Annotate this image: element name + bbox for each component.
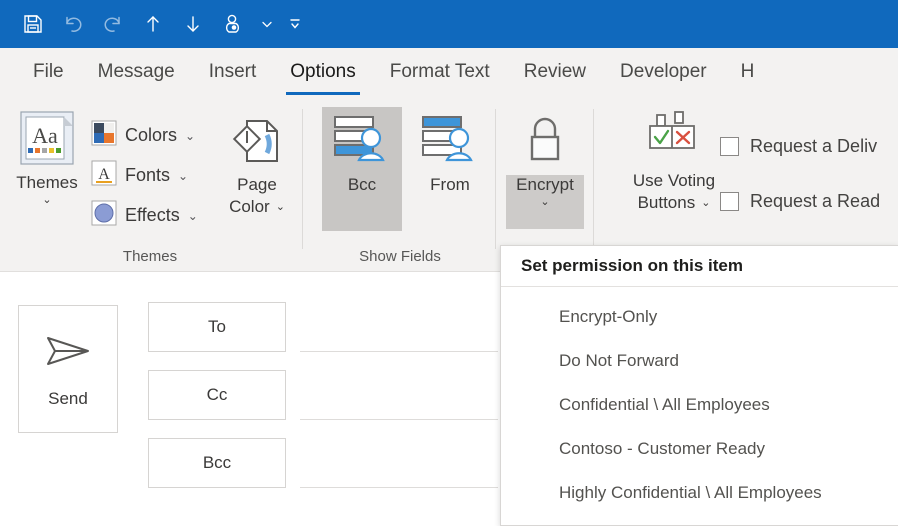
themes-icon: Aa — [18, 109, 76, 172]
encrypt-dropdown-menu: Set permission on this item Encrypt-Only… — [500, 245, 898, 526]
tab-message[interactable]: Message — [81, 48, 192, 101]
ribbon-group-title-show-fields: Show Fields — [359, 248, 441, 265]
send-button-label: Send — [48, 388, 88, 408]
tab-review[interactable]: Review — [507, 48, 603, 101]
request-read-receipt-row[interactable]: Request a Read — [720, 191, 880, 212]
tab-file[interactable]: File — [16, 48, 81, 101]
send-button[interactable]: Send — [18, 305, 118, 433]
save-icon[interactable] — [14, 6, 52, 42]
chevron-down-icon[interactable] — [254, 6, 280, 42]
fonts-icon: A — [90, 159, 118, 192]
touch-mouse-mode-icon[interactable] — [214, 6, 252, 42]
request-read-receipt-label: Request a Read — [750, 191, 881, 211]
menu-item-highly-confidential-all-employees[interactable]: Highly Confidential \ All Employees — [501, 471, 898, 515]
bcc-button-label: Bcc — [347, 175, 377, 194]
group-separator — [495, 109, 496, 249]
menu-item-confidential-all-employees[interactable]: Confidential \ All Employees — [501, 383, 898, 427]
tab-options[interactable]: Options — [273, 48, 372, 101]
tab-developer[interactable]: Developer — [603, 48, 724, 101]
page-color-icon — [229, 113, 285, 174]
effects-button[interactable]: Effects ⌄ — [90, 199, 198, 232]
redo-icon[interactable] — [94, 6, 132, 42]
bcc-field-icon — [331, 111, 393, 174]
request-delivery-receipt-row[interactable]: Request a Deliv — [720, 136, 877, 157]
from-field-icon — [419, 111, 481, 174]
page-color-label-line1: Page — [237, 175, 277, 194]
chevron-down-icon[interactable]: ⌄ — [540, 196, 549, 208]
themes-button-label: Themes — [16, 173, 78, 192]
chevron-down-icon[interactable]: ⌄ — [178, 169, 188, 183]
page-color-button[interactable]: Page Color ⌄ — [218, 113, 296, 218]
chevron-down-icon[interactable]: ⌄ — [188, 209, 198, 223]
fonts-label: Fonts — [125, 165, 171, 185]
send-paper-plane-icon — [42, 330, 94, 377]
tab-insert[interactable]: Insert — [192, 48, 274, 101]
lock-icon — [520, 111, 570, 174]
undo-icon[interactable] — [54, 6, 92, 42]
themes-button[interactable]: Aa Themes ⌄ — [8, 109, 86, 206]
outlook-compose-window: Untitled - Message (HTML) File Message I… — [0, 0, 898, 526]
bcc-field-button[interactable]: Bcc — [148, 438, 286, 488]
encrypt-button[interactable]: Encrypt ⌄ — [506, 111, 584, 208]
quick-access-toolbar — [0, 0, 308, 48]
ribbon-group-show-fields: Bcc From Show Fields — [310, 101, 490, 271]
tab-format-text[interactable]: Format Text — [373, 48, 507, 101]
ribbon-group-title-themes: Themes — [122, 248, 178, 265]
fonts-button[interactable]: A Fonts ⌄ — [90, 159, 188, 192]
colors-label: Colors — [125, 125, 178, 145]
title-bar: Untitled - Message (HTML) — [0, 0, 898, 48]
colors-button[interactable]: Colors ⌄ — [90, 119, 195, 152]
group-separator — [302, 109, 303, 249]
voting-label-line1: Use Voting — [632, 171, 716, 190]
ribbon-group-themes: Aa Themes ⌄ Colors ⌄ A Fonts ⌄ Effects ⌄… — [0, 101, 300, 271]
from-button-label: From — [430, 175, 470, 194]
request-delivery-receipt-label: Request a Deliv — [750, 136, 878, 156]
voting-label-line2: Buttons — [637, 193, 696, 212]
to-field-button[interactable]: To — [148, 302, 286, 352]
use-voting-buttons-button[interactable]: Use Voting Buttons ⌄ — [614, 111, 734, 214]
encrypt-menu-list: Encrypt-Only Do Not Forward Confidential… — [501, 287, 898, 525]
cc-field-button[interactable]: Cc — [148, 370, 286, 420]
previous-item-arrow-icon[interactable] — [134, 6, 172, 42]
ribbon-tab-strip: File Message Insert Options Format Text … — [0, 48, 898, 101]
menu-item-contoso-customer-ready[interactable]: Contoso - Customer Ready — [501, 427, 898, 471]
from-button[interactable]: From — [410, 111, 490, 196]
encrypt-button-label: Encrypt — [516, 175, 574, 194]
next-item-arrow-icon[interactable] — [174, 6, 212, 42]
chevron-down-icon[interactable]: ⌄ — [701, 197, 710, 209]
customize-quick-access-toolbar-icon[interactable] — [282, 6, 308, 42]
group-separator — [593, 109, 594, 249]
to-input[interactable] — [300, 302, 498, 352]
voting-buttons-icon — [645, 111, 703, 170]
menu-item-do-not-forward[interactable]: Do Not Forward — [501, 339, 898, 383]
cc-input[interactable] — [300, 370, 498, 420]
svg-text:A: A — [98, 166, 110, 183]
chevron-down-icon[interactable]: ⌄ — [185, 129, 195, 143]
menu-item-encrypt-only[interactable]: Encrypt-Only — [501, 295, 898, 339]
bcc-button[interactable]: Bcc — [322, 111, 402, 196]
request-delivery-receipt-checkbox[interactable] — [720, 137, 739, 156]
effects-icon — [90, 199, 118, 232]
encrypt-menu-header: Set permission on this item — [501, 246, 898, 287]
tab-help[interactable]: H — [724, 48, 772, 101]
chevron-down-icon[interactable]: ⌄ — [42, 194, 51, 206]
chevron-down-icon[interactable]: ⌄ — [276, 201, 285, 213]
request-read-receipt-checkbox[interactable] — [720, 192, 739, 211]
effects-label: Effects — [125, 205, 180, 225]
svg-text:Aa: Aa — [32, 123, 58, 148]
colors-icon — [90, 119, 118, 152]
page-color-label-line2: Color — [229, 197, 270, 216]
bcc-input[interactable] — [300, 438, 498, 488]
